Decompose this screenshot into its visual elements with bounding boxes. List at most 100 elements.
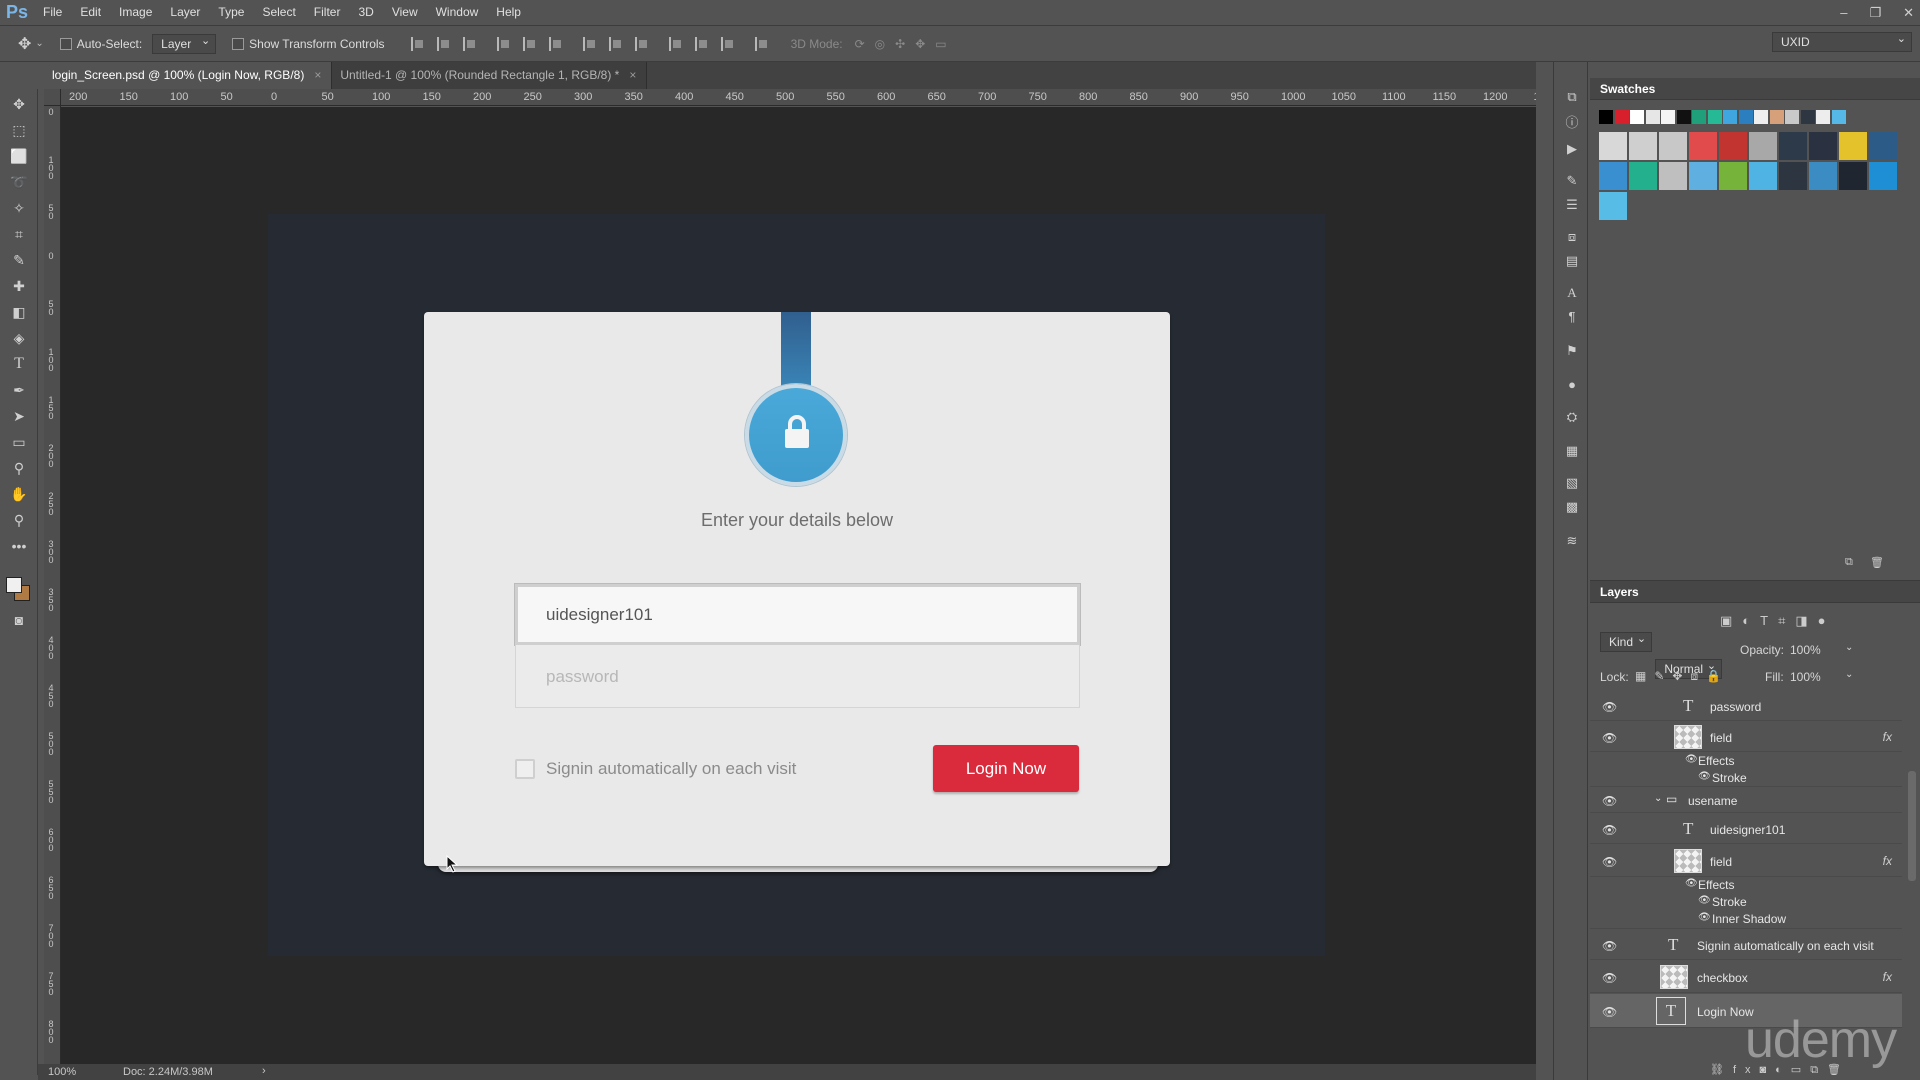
visibility-eye-icon[interactable]: 👁 <box>1602 971 1617 985</box>
effect-eye-icon[interactable]: 👁 <box>1685 754 1698 765</box>
close-icon[interactable]: ✕ <box>1903 5 1914 21</box>
distribute-left-icon[interactable] <box>668 36 683 51</box>
color-swatch[interactable] <box>1779 132 1807 160</box>
more-tools-icon[interactable]: ••• <box>8 535 30 557</box>
opacity-chevron-icon[interactable]: ⌄ <box>1845 642 1853 653</box>
color-swatch[interactable] <box>1719 132 1747 160</box>
visibility-eye-icon[interactable]: 👁 <box>1602 1005 1617 1019</box>
color-swatch[interactable] <box>1707 110 1722 124</box>
color-swatch[interactable] <box>1723 110 1737 124</box>
path-selection-tool-icon[interactable]: ➤ <box>8 405 30 427</box>
align-bottom-icon[interactable] <box>462 36 477 51</box>
tab-login-screen[interactable]: login_Screen.psd @ 100% (Login Now, RGB/… <box>44 62 333 89</box>
menu-3d[interactable]: 3D <box>349 0 382 25</box>
new-swatch-icon[interactable]: ⧉ <box>1845 556 1853 569</box>
effect-eye-icon[interactable]: 👁 <box>1698 895 1711 906</box>
stroke-effect-row[interactable]: 👁 Stroke <box>1590 894 1902 911</box>
brush-tool-icon[interactable]: ✎ <box>8 249 30 271</box>
timeline-icon[interactable]: ▧ <box>1563 474 1581 492</box>
align-top-icon[interactable] <box>410 36 425 51</box>
paint-bucket-tool-icon[interactable]: ◈ <box>8 327 30 349</box>
menu-image[interactable]: Image <box>110 0 161 25</box>
color-swatch[interactable] <box>1809 132 1837 160</box>
color-swatch[interactable] <box>1831 110 1846 124</box>
eyedropper-tool-icon[interactable]: ⚲ <box>8 457 30 479</box>
crop-tool-icon[interactable]: ⌗ <box>8 223 30 245</box>
layers-scrollbar[interactable] <box>1908 771 1916 881</box>
color-swatch[interactable] <box>1839 162 1867 190</box>
3d-roll-icon[interactable]: ◎ <box>875 37 885 51</box>
color-swatch[interactable] <box>1599 192 1627 220</box>
marquee-tool-icon[interactable]: ⬜ <box>8 145 30 167</box>
color-swatch[interactable] <box>1749 162 1777 190</box>
move-tool-icon[interactable]: ✥ <box>8 93 30 115</box>
delete-swatch-icon[interactable]: 🗑 <box>1870 556 1884 569</box>
color-swatch[interactable] <box>1599 162 1627 190</box>
visibility-eye-icon[interactable]: 👁 <box>1602 700 1617 714</box>
align-right-icon[interactable] <box>548 36 563 51</box>
color-swatch[interactable] <box>1614 110 1629 124</box>
history-icon[interactable]: ⧉ <box>1563 88 1581 106</box>
clone-source-icon[interactable]: ⧈ <box>1563 228 1581 246</box>
color-swatch[interactable] <box>1769 110 1784 124</box>
color-swatch[interactable] <box>1779 162 1807 190</box>
align-vcenter-icon[interactable] <box>436 36 451 51</box>
status-arrow-icon[interactable]: › <box>262 1065 266 1077</box>
distribute-top-icon[interactable] <box>582 36 597 51</box>
visibility-eye-icon[interactable]: 👁 <box>1602 794 1617 808</box>
layer-row-checkbox[interactable]: 👁 checkbox fx <box>1590 961 1902 993</box>
stroke-effect-row[interactable]: 👁 Stroke <box>1590 770 1902 787</box>
color-swatch[interactable] <box>1659 162 1687 190</box>
foreground-color-swatch[interactable] <box>6 577 22 593</box>
fx-icon[interactable]: fx <box>1883 854 1892 868</box>
username-field[interactable]: uidesigner101 <box>514 583 1081 646</box>
actions-play-icon[interactable]: ▶ <box>1563 140 1581 158</box>
artboard-tool-icon[interactable]: ⬚ <box>8 119 30 141</box>
eraser-tool-icon[interactable]: ◧ <box>8 301 30 323</box>
pen-tool-icon[interactable]: ✒ <box>8 379 30 401</box>
tab-untitled-1[interactable]: Untitled-1 @ 100% (Rounded Rectangle 1, … <box>332 62 648 89</box>
color-swatch[interactable] <box>1869 132 1897 160</box>
color-swatch[interactable] <box>1689 162 1717 190</box>
info-icon[interactable]: ⓘ <box>1563 114 1581 132</box>
color-swatch[interactable] <box>1809 162 1837 190</box>
menu-view[interactable]: View <box>383 0 427 25</box>
notes-icon[interactable]: ⚑ <box>1563 342 1581 360</box>
adjustments-icon[interactable]: ☰ <box>1563 196 1581 214</box>
visibility-eye-icon[interactable]: 👁 <box>1602 855 1617 869</box>
fx-icon[interactable]: fx <box>1883 730 1892 744</box>
tool-preset-chevron-icon[interactable]: ⌄ <box>35 38 43 49</box>
align-left-icon[interactable] <box>496 36 511 51</box>
3d-slide-icon[interactable]: ✥ <box>915 37 925 51</box>
color-swatch[interactable] <box>1599 110 1613 124</box>
hand-tool-icon[interactable]: ✋ <box>8 483 30 505</box>
zoom-level[interactable]: 100% <box>48 1066 76 1078</box>
zoom-tool-icon[interactable]: ⚲ <box>8 509 30 531</box>
visibility-eye-icon[interactable]: 👁 <box>1602 823 1617 837</box>
color-swatch[interactable] <box>1754 110 1768 124</box>
type-tool-icon[interactable]: T <box>8 353 30 375</box>
character-icon[interactable]: A <box>1563 284 1581 302</box>
opacity-value[interactable]: 100% <box>1790 643 1821 657</box>
effect-eye-icon[interactable]: 👁 <box>1698 771 1711 782</box>
auto-select-checkbox[interactable] <box>59 37 72 50</box>
color-swatch[interactable] <box>1659 132 1687 160</box>
close-tab-icon[interactable]: × <box>314 68 321 82</box>
inner-shadow-effect-row[interactable]: 👁 Inner Shadow <box>1590 911 1902 929</box>
color-swatch[interactable] <box>1630 110 1644 124</box>
effects-row[interactable]: 👁 Effects <box>1590 877 1902 894</box>
group-expand-chevron-icon[interactable]: ⌄ <box>1654 793 1662 804</box>
layer-group-usename[interactable]: 👁 ⌄ ▭ usename <box>1590 789 1902 813</box>
auto-align-icon[interactable] <box>754 36 769 51</box>
color-swatch[interactable] <box>1816 110 1830 124</box>
close-tab-icon[interactable]: × <box>629 68 636 82</box>
restore-icon[interactable]: ❐ <box>1869 5 1881 21</box>
3d-scale-icon[interactable]: ▭ <box>935 37 946 51</box>
color-swatch[interactable] <box>1719 162 1747 190</box>
distribute-vcenter-icon[interactable] <box>608 36 623 51</box>
effects-row[interactable]: 👁 Effects <box>1590 753 1902 770</box>
fx-icon[interactable]: fx <box>1883 970 1892 984</box>
color-icon[interactable]: ● <box>1563 376 1581 394</box>
fill-chevron-icon[interactable]: ⌄ <box>1845 669 1853 680</box>
minimize-icon[interactable]: – <box>1840 5 1847 20</box>
